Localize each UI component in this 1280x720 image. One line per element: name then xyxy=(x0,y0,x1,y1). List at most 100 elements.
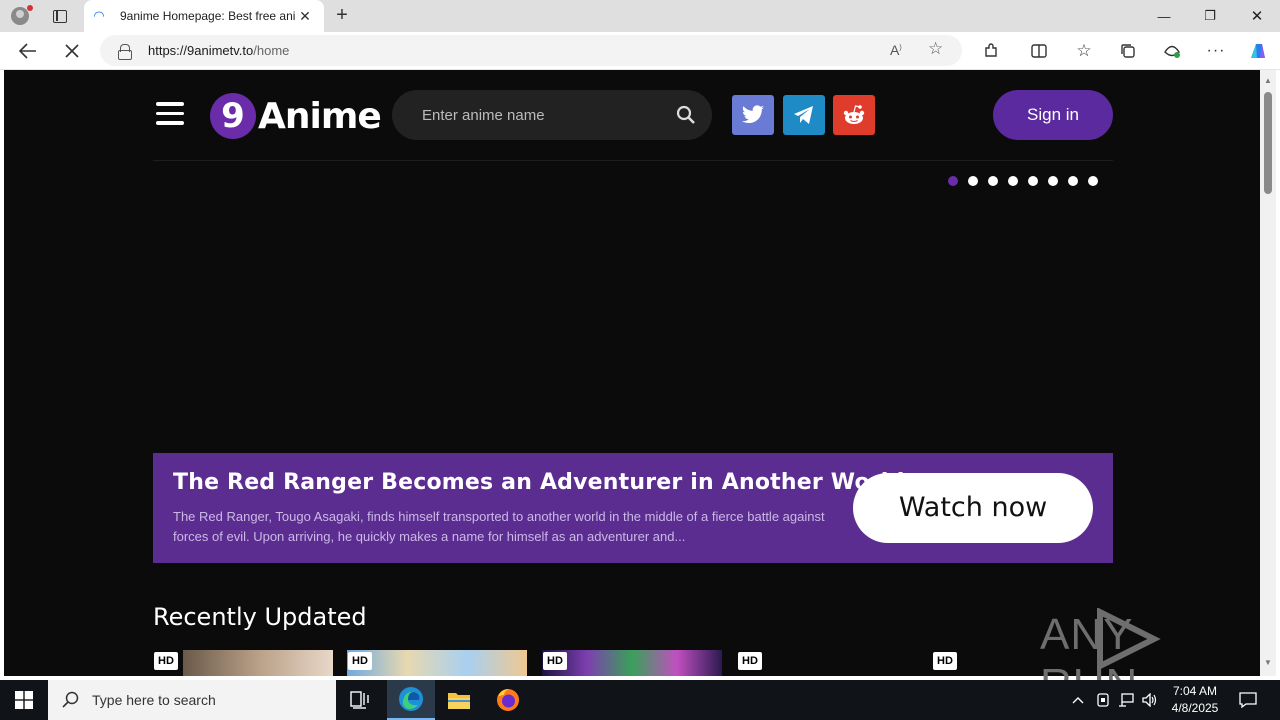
slider-dot-2[interactable] xyxy=(968,176,978,186)
window-border xyxy=(1276,70,1280,676)
stop-icon xyxy=(65,44,79,58)
reddit-button[interactable] xyxy=(833,95,875,135)
extensions-icon[interactable] xyxy=(977,40,1005,62)
twitter-icon xyxy=(742,105,764,124)
scroll-up-arrow-icon[interactable]: ▲ xyxy=(1264,76,1272,85)
scroll-down-arrow-icon[interactable]: ▼ xyxy=(1264,658,1272,667)
anime-card[interactable]: HD xyxy=(737,650,917,676)
favorites-icon[interactable]: ☆ xyxy=(1070,40,1098,62)
logo-wordmark: Anime xyxy=(258,95,382,137)
tab-title: 9anime Homepage: Best free anime streami… xyxy=(120,9,296,23)
chevron-up-icon xyxy=(1072,697,1084,704)
twitter-button[interactable] xyxy=(732,95,774,135)
header-divider xyxy=(153,160,1113,161)
anime-card[interactable]: HD xyxy=(153,650,333,676)
reddit-icon xyxy=(843,105,865,124)
taskbar-search-placeholder: Type here to search xyxy=(92,692,216,708)
telegram-button[interactable] xyxy=(783,95,825,135)
search-icon xyxy=(62,691,79,708)
featured-description: The Red Ranger, Tougo Asagaki, finds him… xyxy=(173,509,825,544)
hd-badge: HD xyxy=(738,652,762,670)
notification-icon xyxy=(1239,692,1257,708)
scrollbar-thumb[interactable] xyxy=(1264,92,1272,194)
anime-card[interactable]: HD xyxy=(347,650,527,676)
edge-taskbar-button[interactable] xyxy=(387,680,435,720)
meet-now-icon[interactable] xyxy=(1094,680,1112,720)
slider-dot-3[interactable] xyxy=(988,176,998,186)
edge-icon xyxy=(399,687,423,711)
tab-actions-icon xyxy=(53,9,67,23)
task-view-icon xyxy=(350,691,369,709)
slider-dot-6[interactable] xyxy=(1048,176,1058,186)
address-bar[interactable]: https://9animetv.to/home A) ☆ xyxy=(100,35,962,66)
split-screen-icon[interactable] xyxy=(1025,40,1053,62)
restore-button[interactable]: ❐ xyxy=(1187,0,1233,32)
slider-dot-5[interactable] xyxy=(1028,176,1038,186)
clock-date: 4/8/2025 xyxy=(1171,701,1219,715)
read-aloud-icon[interactable]: A) xyxy=(890,42,902,58)
show-hidden-icons-button[interactable] xyxy=(1068,680,1088,720)
firefox-icon xyxy=(497,689,519,711)
watch-now-button[interactable]: Watch now xyxy=(853,473,1093,543)
windows-taskbar: Type here to search 7:04 AM 4/8/2025 xyxy=(0,680,1280,720)
menu-hamburger-icon[interactable] xyxy=(156,102,184,128)
card-thumbnail xyxy=(347,650,527,676)
lock-icon[interactable] xyxy=(118,44,132,60)
system-clock[interactable]: 7:04 AM 4/8/2025 xyxy=(1160,683,1230,717)
logo-mark: 9 xyxy=(210,93,256,139)
slider-dot-1[interactable] xyxy=(948,176,958,186)
page-scrollbar[interactable]: ▲ ▼ xyxy=(1260,70,1276,676)
profile-button[interactable] xyxy=(0,0,40,32)
card-thumbnail xyxy=(542,650,722,676)
folder-icon xyxy=(448,693,470,709)
close-window-button[interactable]: ✕ xyxy=(1234,0,1280,32)
profile-avatar-icon xyxy=(11,7,29,25)
back-button[interactable] xyxy=(14,39,42,63)
search-icon[interactable] xyxy=(676,105,696,125)
start-button[interactable] xyxy=(0,680,48,720)
site-logo[interactable]: 9 Anime xyxy=(210,92,382,140)
back-arrow-icon xyxy=(19,43,36,59)
tab-actions-button[interactable] xyxy=(40,0,80,32)
anime-search-input[interactable] xyxy=(422,103,662,127)
notification-center-button[interactable] xyxy=(1234,680,1262,720)
hd-badge: HD xyxy=(543,652,567,670)
featured-banner: The Red Ranger Becomes an Adventurer in … xyxy=(153,453,1113,563)
new-tab-button[interactable]: + xyxy=(330,4,354,28)
recently-updated-heading: Recently Updated xyxy=(153,603,367,631)
card-thumbnail xyxy=(183,650,333,676)
loading-spinner-icon: ◠ xyxy=(94,8,104,23)
file-explorer-button[interactable] xyxy=(435,680,483,720)
network-icon[interactable] xyxy=(1117,680,1135,720)
featured-title[interactable]: The Red Ranger Becomes an Adventurer in … xyxy=(173,470,905,495)
browser-essentials-icon[interactable] xyxy=(1158,40,1186,62)
slider-pagination xyxy=(948,176,1098,186)
task-view-button[interactable] xyxy=(336,680,384,720)
slider-dot-8[interactable] xyxy=(1088,176,1098,186)
hd-badge: HD xyxy=(933,652,957,670)
windows-logo-icon xyxy=(15,691,33,709)
favorite-star-icon[interactable]: ☆ xyxy=(928,39,943,59)
play-logo-icon xyxy=(1097,608,1161,670)
url-text[interactable]: https://9animetv.to/home xyxy=(148,43,289,58)
minimize-button[interactable]: — xyxy=(1141,0,1187,32)
slider-dot-7[interactable] xyxy=(1068,176,1078,186)
stop-loading-button[interactable] xyxy=(58,39,86,63)
taskbar-search[interactable]: Type here to search xyxy=(48,680,336,720)
telegram-icon xyxy=(794,106,813,124)
settings-more-icon[interactable]: ··· xyxy=(1202,40,1230,62)
collections-icon[interactable] xyxy=(1114,40,1142,62)
hd-badge: HD xyxy=(348,652,372,670)
hd-badge: HD xyxy=(154,652,178,670)
copilot-icon[interactable] xyxy=(1244,40,1272,62)
anime-card[interactable]: HD xyxy=(542,650,722,676)
slider-dot-4[interactable] xyxy=(1008,176,1018,186)
anime-search-box[interactable] xyxy=(392,90,712,140)
volume-icon[interactable] xyxy=(1141,680,1159,720)
sign-in-button[interactable]: Sign in xyxy=(993,90,1113,140)
close-tab-icon[interactable]: ✕ xyxy=(296,8,314,25)
clock-time: 7:04 AM xyxy=(1172,684,1218,698)
firefox-button[interactable] xyxy=(484,680,532,720)
notification-dot xyxy=(27,5,33,11)
browser-tab-active[interactable]: ◠ 9anime Homepage: Best free anime strea… xyxy=(84,0,324,32)
